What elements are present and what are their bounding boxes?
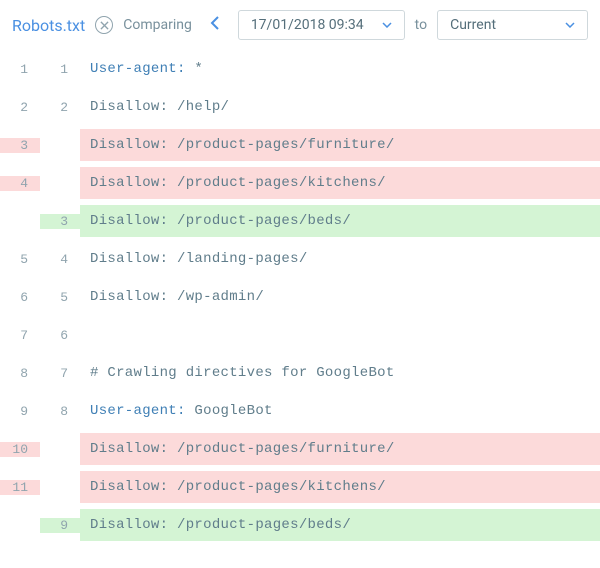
from-date-dropdown[interactable]: 17/01/2018 09:34: [238, 10, 405, 40]
line-content: Disallow: /product-pages/beds/: [80, 205, 600, 237]
diff-row: 3Disallow: /product-pages/beds/: [0, 202, 600, 240]
line-content: Disallow: /wp-admin/: [80, 281, 600, 313]
comparing-label: Comparing: [123, 17, 192, 33]
line-number-left: 1: [0, 62, 40, 77]
diff-row: 4 Disallow: /product-pages/kitchens/: [0, 164, 600, 202]
line-content: [80, 327, 600, 343]
line-content: # Crawling directives for GoogleBot: [80, 357, 600, 389]
diff-row: 98User-agent: GoogleBot: [0, 392, 600, 430]
diff-row: 65Disallow: /wp-admin/: [0, 278, 600, 316]
diff-table: 11User-agent: *22Disallow: /help/3Disall…: [0, 50, 600, 544]
line-number-left: 8: [0, 366, 40, 381]
diff-row: 9Disallow: /product-pages/beds/: [0, 506, 600, 544]
line-number-right: 2: [40, 100, 80, 115]
from-date-label: 17/01/2018 09:34: [251, 17, 364, 33]
close-icon[interactable]: [95, 16, 113, 34]
line-content: Disallow: /help/: [80, 91, 600, 123]
line-number-left: 2: [0, 100, 40, 115]
line-number-right: 8: [40, 404, 80, 419]
line-content: User-agent: GoogleBot: [80, 395, 600, 427]
nav-back-button[interactable]: [202, 12, 228, 38]
line-content: User-agent: *: [80, 53, 600, 85]
line-content: Disallow: /product-pages/beds/: [80, 509, 600, 541]
line-number-left: 11: [0, 480, 40, 495]
diff-row: 3 Disallow: /product-pages/furniture/: [0, 126, 600, 164]
line-number-left: 6: [0, 290, 40, 305]
line-number-right: 3: [40, 214, 80, 229]
line-content: Disallow: /product-pages/kitchens/: [80, 167, 600, 199]
diff-row: 22Disallow: /help/: [0, 88, 600, 126]
to-date-dropdown[interactable]: Current: [437, 10, 588, 40]
line-number-left: 3: [0, 138, 40, 153]
line-content: Disallow: /product-pages/furniture/: [80, 129, 600, 161]
line-number-right: 4: [40, 252, 80, 267]
line-content: Disallow: /product-pages/furniture/: [80, 433, 600, 465]
diff-row: 76: [0, 316, 600, 354]
line-number-right: 7: [40, 366, 80, 381]
chevron-down-icon: [565, 22, 575, 28]
diff-row: 11User-agent: *: [0, 50, 600, 88]
line-number-left: 4: [0, 176, 40, 191]
line-number-left: 9: [0, 404, 40, 419]
diff-row: 87# Crawling directives for GoogleBot: [0, 354, 600, 392]
to-label: to: [415, 17, 427, 33]
chevron-down-icon: [382, 22, 392, 28]
line-number-right: 1: [40, 62, 80, 77]
to-date-label: Current: [450, 17, 496, 33]
line-content: Disallow: /landing-pages/: [80, 243, 600, 275]
line-number-right: 5: [40, 290, 80, 305]
diff-row: 10 Disallow: /product-pages/furniture/: [0, 430, 600, 468]
line-number-right: 9: [40, 518, 80, 533]
line-number-right: 6: [40, 328, 80, 343]
line-number-left: 7: [0, 328, 40, 343]
line-number-left: 10: [0, 442, 40, 457]
page-title: Robots.txt: [12, 16, 85, 35]
line-number-left: 5: [0, 252, 40, 267]
header: Robots.txt Comparing 17/01/2018 09:34 to…: [0, 0, 600, 50]
diff-row: 11 Disallow: /product-pages/kitchens/: [0, 468, 600, 506]
diff-row: 54Disallow: /landing-pages/: [0, 240, 600, 278]
line-content: Disallow: /product-pages/kitchens/: [80, 471, 600, 503]
